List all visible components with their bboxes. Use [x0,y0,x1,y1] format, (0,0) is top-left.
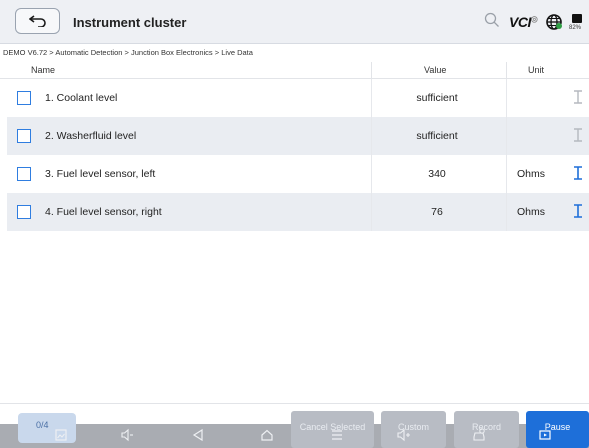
row-checkbox[interactable] [17,205,31,219]
column-divider [506,193,507,231]
column-name-header: Name [31,65,56,75]
breadcrumb: DEMO V6.72 > Automatic Detection > Junct… [3,48,253,57]
table-row[interactable]: 4. Fuel level sensor, right 76 Ohms [7,193,589,231]
column-divider [506,79,507,117]
custom-button[interactable]: Custom [381,411,446,448]
graph-icon [574,90,582,104]
vehicle-icon[interactable] [472,428,486,442]
row-unit: Ohms [517,206,546,218]
page-title: Instrument cluster [73,15,187,30]
battery-indicator: 82% [569,14,583,36]
row-checkbox[interactable] [17,129,31,143]
table-header: Name Value Unit [0,62,589,79]
battery-percent: 82% [569,25,582,31]
row-value: sufficient [416,130,458,142]
graph-icon[interactable] [572,204,584,218]
footer-divider [0,403,589,404]
vci-status: VCI◎ [509,14,538,30]
table-row[interactable]: 3. Fuel level sensor, left 340 Ohms [7,155,589,193]
row-unit: Ohms [517,168,546,180]
recent-apps-icon[interactable] [330,428,344,442]
back-button[interactable] [15,8,60,34]
column-divider [506,117,507,155]
graph-icon[interactable] [572,166,584,180]
pause-button[interactable]: Pause [526,411,589,448]
column-value-header: Value [424,65,447,75]
row-name: 3. Fuel level sensor, left [45,168,156,180]
row-name: 2. Washerfluid level [45,130,137,142]
row-value: sufficient [416,92,458,104]
header-bar: Instrument cluster VCI◎ 82% [0,0,589,44]
column-divider [371,62,372,79]
column-unit-header: Unit [528,65,545,75]
graph-icon [574,128,582,142]
search-icon[interactable] [484,12,500,28]
volume-down-icon[interactable] [120,428,134,442]
record-button[interactable]: Record [454,411,519,448]
vci-label: VCI [509,14,531,30]
row-value: 340 [428,168,446,180]
globe-icon[interactable] [546,14,562,30]
row-value: 76 [431,206,443,218]
row-name: 4. Fuel level sensor, right [45,206,162,218]
video-icon[interactable] [538,428,552,442]
back-nav-icon[interactable] [191,428,205,442]
volume-up-icon[interactable] [397,428,411,442]
column-divider [506,62,507,79]
battery-icon [572,14,582,23]
row-checkbox[interactable] [17,167,31,181]
screenshot-icon[interactable] [54,428,68,442]
back-arrow-icon [28,15,46,27]
table-row[interactable]: 2. Washerfluid level sufficient [7,117,589,155]
row-name: 1. Coolant level [45,92,118,104]
column-divider [506,155,507,193]
vci-connection-icon: ◎ [530,14,538,24]
selection-count: 0/4 [36,420,49,430]
home-icon[interactable] [260,428,274,442]
row-checkbox[interactable] [17,91,31,105]
table-row[interactable]: 1. Coolant level sufficient [7,79,589,117]
